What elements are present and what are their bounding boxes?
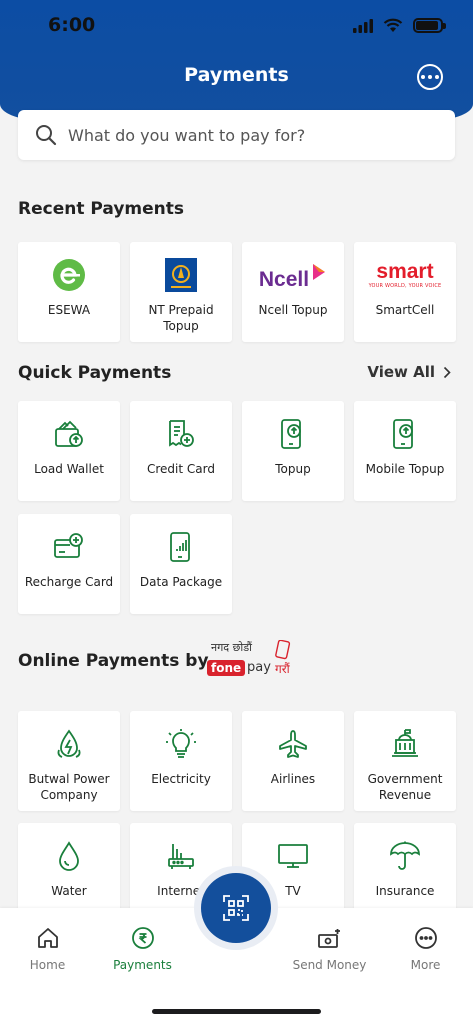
online-label: TV (285, 884, 301, 898)
nav-payments[interactable]: Payments (95, 926, 190, 972)
view-all-link[interactable]: View All (367, 363, 451, 381)
tv-icon (278, 844, 308, 868)
ncell-logo-text: Ncell (258, 268, 310, 291)
quick-label: Load Wallet (34, 462, 104, 476)
nav-home[interactable]: Home (0, 926, 95, 972)
esewa-logo-icon (53, 259, 85, 291)
home-icon (37, 928, 58, 948)
fonepay-logo: नगद छोडौं fone pay गरौं (207, 640, 303, 680)
nav-home-label: Home (29, 958, 66, 972)
quick-label: Topup (275, 462, 311, 476)
online-label: Electricity (151, 772, 211, 786)
online-butwal-power[interactable]: Butwal Power Company (18, 711, 120, 811)
quick-recharge-card[interactable]: Recharge Card (18, 514, 120, 614)
ntc-logo-icon (165, 258, 197, 292)
online-government-revenue[interactable]: Government Revenue (354, 711, 456, 811)
water-drop-icon (59, 841, 79, 871)
fonepay-fone: fone (207, 660, 246, 676)
smart-logo-tagline: YOUR WORLD, YOUR VOICE (368, 283, 442, 289)
qr-scan-icon (223, 895, 249, 921)
government-building-icon (392, 729, 418, 757)
phone-upload-icon (281, 419, 301, 449)
recent-payments-title: Recent Payments (18, 199, 184, 219)
router-icon (168, 844, 194, 869)
recent-label: NT Prepaid Topup (148, 303, 214, 333)
ncell-arrow-icon (313, 264, 326, 280)
recent-ncell-topup[interactable]: Ncell Ncell Topup (242, 242, 344, 342)
fonepay-tagline: नगद छोडौं (211, 641, 252, 654)
recent-label: ESEWA (47, 303, 91, 317)
quick-credit-card[interactable]: Credit Card (130, 401, 232, 501)
search-bar[interactable] (18, 110, 455, 160)
online-airlines[interactable]: Airlines (242, 711, 344, 811)
status-bar: 6:00 (0, 14, 473, 42)
view-all-label: View All (367, 363, 435, 381)
power-drop-icon (57, 729, 81, 758)
more-icon (414, 927, 437, 949)
search-icon (36, 125, 57, 146)
nav-more[interactable]: More (378, 926, 473, 972)
fonepay-phone-icon (275, 640, 291, 660)
card-add-icon (54, 533, 83, 558)
quick-label: Credit Card (147, 462, 215, 476)
bulb-icon (166, 729, 196, 758)
chevron-right-icon (443, 366, 451, 378)
airplane-icon (279, 730, 307, 758)
quick-label: Mobile Topup (365, 462, 445, 476)
fonepay-pay: pay (247, 660, 271, 675)
recent-smartcell[interactable]: smart YOUR WORLD, YOUR VOICE SmartCell (354, 242, 456, 342)
online-label: Butwal Power Company (28, 772, 110, 802)
umbrella-icon (390, 841, 420, 870)
online-label: Government Revenue (367, 772, 443, 802)
smart-logo-text: smart (376, 260, 434, 283)
home-indicator (152, 1009, 321, 1014)
nav-more-label: More (410, 958, 441, 972)
page-title: Payments (184, 64, 289, 86)
search-input[interactable] (68, 125, 428, 145)
online-label: Water (51, 884, 87, 898)
wallet-upload-icon (55, 420, 83, 447)
quick-label: Data Package (139, 575, 223, 589)
online-payments-title: Online Payments by (18, 651, 209, 671)
battery-icon (413, 18, 446, 33)
nav-payments-label: Payments (113, 958, 172, 972)
scan-qr-button[interactable] (194, 866, 278, 950)
online-electricity[interactable]: Electricity (130, 711, 232, 811)
send-money-icon (317, 929, 340, 948)
nav-send-money-label: Send Money (292, 958, 367, 972)
more-options-button[interactable] (417, 64, 443, 90)
recent-esewa[interactable]: ESEWA (18, 242, 120, 342)
recent-nt-prepaid[interactable]: NT Prepaid Topup (130, 242, 232, 342)
online-label: Airlines (270, 772, 316, 786)
status-icons (353, 18, 446, 33)
nav-send-money[interactable]: Send Money (282, 926, 377, 972)
fonepay-tagline-right: गरौं (275, 662, 290, 676)
quick-mobile-topup[interactable]: Mobile Topup (354, 401, 456, 501)
signal-icon (353, 18, 373, 33)
recent-label: SmartCell (375, 303, 435, 317)
quick-data-package[interactable]: Data Package (130, 514, 232, 614)
quick-label: Recharge Card (24, 575, 114, 589)
online-label: Insurance (375, 884, 435, 898)
quick-load-wallet[interactable]: Load Wallet (18, 401, 120, 501)
phone-upload-icon (393, 419, 413, 449)
wifi-icon (383, 18, 403, 32)
quick-payments-title: Quick Payments (18, 363, 172, 383)
recent-label: Ncell Topup (258, 303, 328, 317)
quick-topup[interactable]: Topup (242, 401, 344, 501)
phone-signal-icon (170, 532, 190, 562)
receipt-add-icon (169, 420, 194, 447)
status-time: 6:00 (48, 14, 96, 36)
payments-icon (131, 927, 154, 949)
